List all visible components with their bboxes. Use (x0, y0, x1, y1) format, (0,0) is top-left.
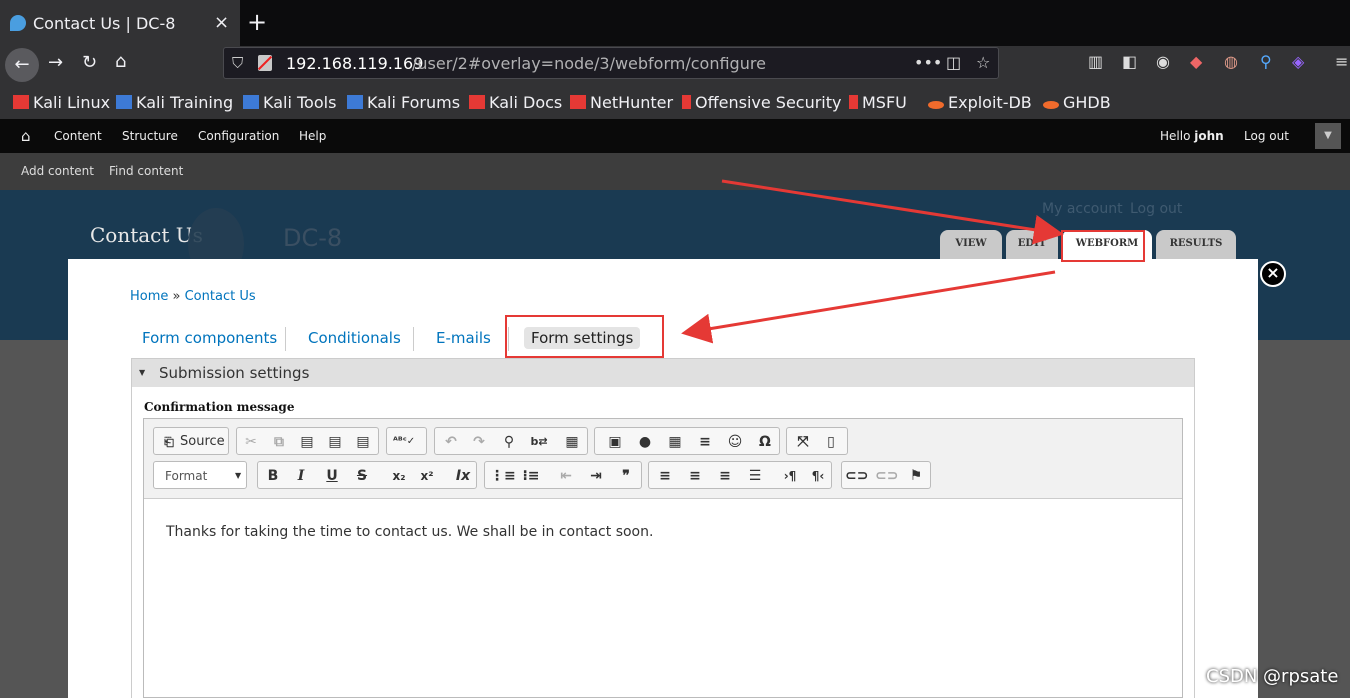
watermark: CSDN @rpsate (1206, 666, 1339, 687)
arrow-to-form-settings (681, 270, 1056, 344)
arrow-to-webform-tab (721, 179, 1064, 245)
annotation-arrows (681, 179, 1064, 344)
